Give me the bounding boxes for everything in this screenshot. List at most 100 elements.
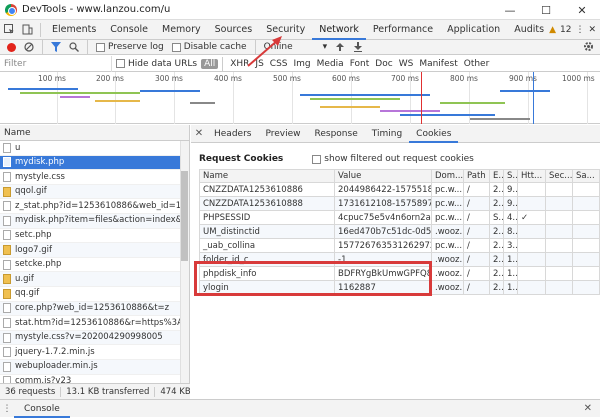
request-row[interactable]: jquery-1.7.2.min.js (0, 345, 189, 360)
cookie-cell (517, 280, 546, 295)
tab-elements[interactable]: Elements (45, 20, 103, 40)
tab-network[interactable]: Network (312, 20, 366, 40)
request-row[interactable]: mystyle.css (0, 170, 189, 185)
request-row[interactable]: mydisk.php (0, 155, 189, 171)
cookie-cell (545, 210, 573, 225)
settings-gear-icon[interactable] (583, 41, 594, 55)
request-row[interactable]: logo7.gif (0, 243, 189, 258)
import-har-icon[interactable] (335, 42, 345, 52)
filter-type-js[interactable]: JS (252, 59, 266, 69)
filter-type-img[interactable]: Img (291, 59, 314, 69)
requests-column-name[interactable]: Name (0, 125, 189, 141)
cookie-row[interactable]: CNZZDATA12536108862044986422-157551883..… (199, 182, 600, 197)
tab-application[interactable]: Application (440, 20, 507, 40)
tab-security[interactable]: Security (259, 20, 312, 40)
hide-data-urls-checkbox[interactable]: Hide data URLs (116, 59, 197, 69)
close-drawer-icon[interactable]: ✕ (584, 403, 592, 414)
tab-audits[interactable]: Audits (507, 20, 551, 40)
cookie-row[interactable]: UM_distinctid16ed470b7c51dc-0d5b....wooz… (199, 224, 600, 239)
request-row[interactable]: setcke.php (0, 258, 189, 273)
search-icon[interactable] (69, 42, 79, 52)
file-icon (3, 171, 11, 182)
request-row[interactable]: stat.htm?id=1253610886&r=https%3A%2F%2F (0, 316, 189, 331)
cookie-cell: 2... (489, 224, 504, 239)
cookie-column-header[interactable]: S... (503, 169, 518, 183)
detail-tab-headers[interactable]: Headers (207, 125, 258, 143)
request-row[interactable]: webuploader.min.js (0, 359, 189, 375)
requests-scrollbar[interactable] (180, 141, 189, 399)
disable-cache-checkbox[interactable]: Disable cache (171, 42, 247, 52)
cookie-cell (545, 196, 573, 211)
detail-tab-preview[interactable]: Preview (258, 125, 307, 143)
request-row[interactable]: qq.gif (0, 287, 189, 302)
tab-memory[interactable]: Memory (155, 20, 208, 40)
request-row[interactable]: core.php?web_id=1253610886&t=z (0, 301, 189, 317)
request-row[interactable]: u (0, 141, 189, 156)
tab-performance[interactable]: Performance (366, 20, 440, 40)
close-window-button[interactable]: ✕ (564, 0, 600, 20)
timeline-tick: 500 ms (273, 74, 301, 83)
tab-sources[interactable]: Sources (208, 20, 260, 40)
warning-icon[interactable]: ▲ (549, 25, 556, 35)
detail-tab-response[interactable]: Response (308, 125, 365, 143)
record-icon[interactable] (7, 42, 16, 52)
cookie-column-header[interactable]: Path (463, 169, 490, 183)
cookie-column-header[interactable]: Sec... (545, 169, 573, 183)
filter-type-css[interactable]: CSS (267, 59, 291, 69)
maximize-button[interactable]: ☐ (528, 0, 564, 20)
timeline-tick: 1000 ms (562, 74, 595, 83)
throttling-select[interactable]: Online ▾ (264, 42, 328, 52)
filter-type-xhr[interactable]: XHR (227, 59, 252, 69)
cookie-cell (545, 252, 573, 267)
cookie-cell: pc.w... (431, 238, 464, 253)
inspect-element-icon[interactable] (0, 21, 18, 39)
close-devtools-icon[interactable]: ✕ (588, 25, 596, 35)
cookie-column-header[interactable]: E... (489, 169, 504, 183)
filter-type-all[interactable]: All (201, 58, 219, 69)
cookie-row[interactable]: CNZZDATA12536108881731612108-157589706..… (199, 196, 600, 211)
drawer-tab-console[interactable]: Console (14, 400, 70, 418)
filter-type-font[interactable]: Font (347, 59, 373, 69)
cookie-column-header[interactable]: Value (334, 169, 432, 183)
network-toolbar: Preserve log Disable cache Online ▾ (0, 40, 600, 55)
minimize-button[interactable]: — (492, 0, 528, 20)
cookie-column-header[interactable]: Dom... (431, 169, 464, 183)
cookie-cell (517, 224, 546, 239)
filter-type-manifest[interactable]: Manifest (416, 59, 460, 69)
cookie-cell: 9... (503, 182, 518, 197)
preserve-log-checkbox[interactable]: Preserve log (96, 42, 164, 52)
clear-icon[interactable] (24, 42, 34, 52)
filter-type-media[interactable]: Media (314, 59, 347, 69)
drawer-menu-icon[interactable]: ⋮ (0, 404, 14, 414)
filter-type-ws[interactable]: WS (396, 59, 417, 69)
export-har-icon[interactable] (353, 42, 363, 52)
device-toolbar-icon[interactable] (18, 21, 36, 39)
filter-type-other[interactable]: Other (461, 59, 493, 69)
cookie-row[interactable]: _uab_collina157726763531262972...pc.w...… (199, 238, 600, 253)
menu-kebab-icon[interactable]: ⋮ (575, 25, 584, 35)
filter-input[interactable]: Filter (0, 55, 112, 72)
request-row[interactable]: mystyle.css?v=202004290998005 (0, 330, 189, 346)
cookie-cell (545, 224, 573, 239)
request-row[interactable]: z_stat.php?id=1253610886&web_id=12536108… (0, 199, 189, 214)
cookie-column-header[interactable]: Name (199, 169, 335, 183)
network-overview-timeline[interactable]: 100 ms 200 ms 300 ms 400 ms 500 ms 600 m… (0, 72, 600, 124)
show-filtered-cookies-checkbox[interactable]: show filtered out request cookies (312, 154, 474, 164)
tab-console[interactable]: Console (103, 20, 155, 40)
request-name: u (15, 142, 21, 153)
filter-type-doc[interactable]: Doc (372, 59, 395, 69)
cookie-column-header[interactable]: Sa... (572, 169, 600, 183)
detail-tab-timing[interactable]: Timing (365, 125, 409, 143)
filter-funnel-icon[interactable] (51, 42, 61, 52)
file-icon (3, 259, 11, 270)
request-row[interactable]: u.gif (0, 272, 189, 287)
request-row[interactable]: setc.php (0, 229, 189, 244)
cookie-row[interactable]: PHPSESSID4cpuc75e5v4n6orn2a8a...pc.w.../… (199, 210, 600, 225)
resources-size: 474 KB resources (155, 387, 190, 397)
request-row[interactable]: mydisk.php?item=files&action=index&u=183… (0, 213, 189, 229)
close-detail-icon[interactable]: ✕ (191, 128, 207, 139)
cookie-cell: / (463, 196, 490, 211)
request-row[interactable]: qqol.gif (0, 184, 189, 200)
cookie-column-header[interactable]: Htt... (517, 169, 546, 183)
detail-tab-cookies[interactable]: Cookies (409, 125, 459, 143)
